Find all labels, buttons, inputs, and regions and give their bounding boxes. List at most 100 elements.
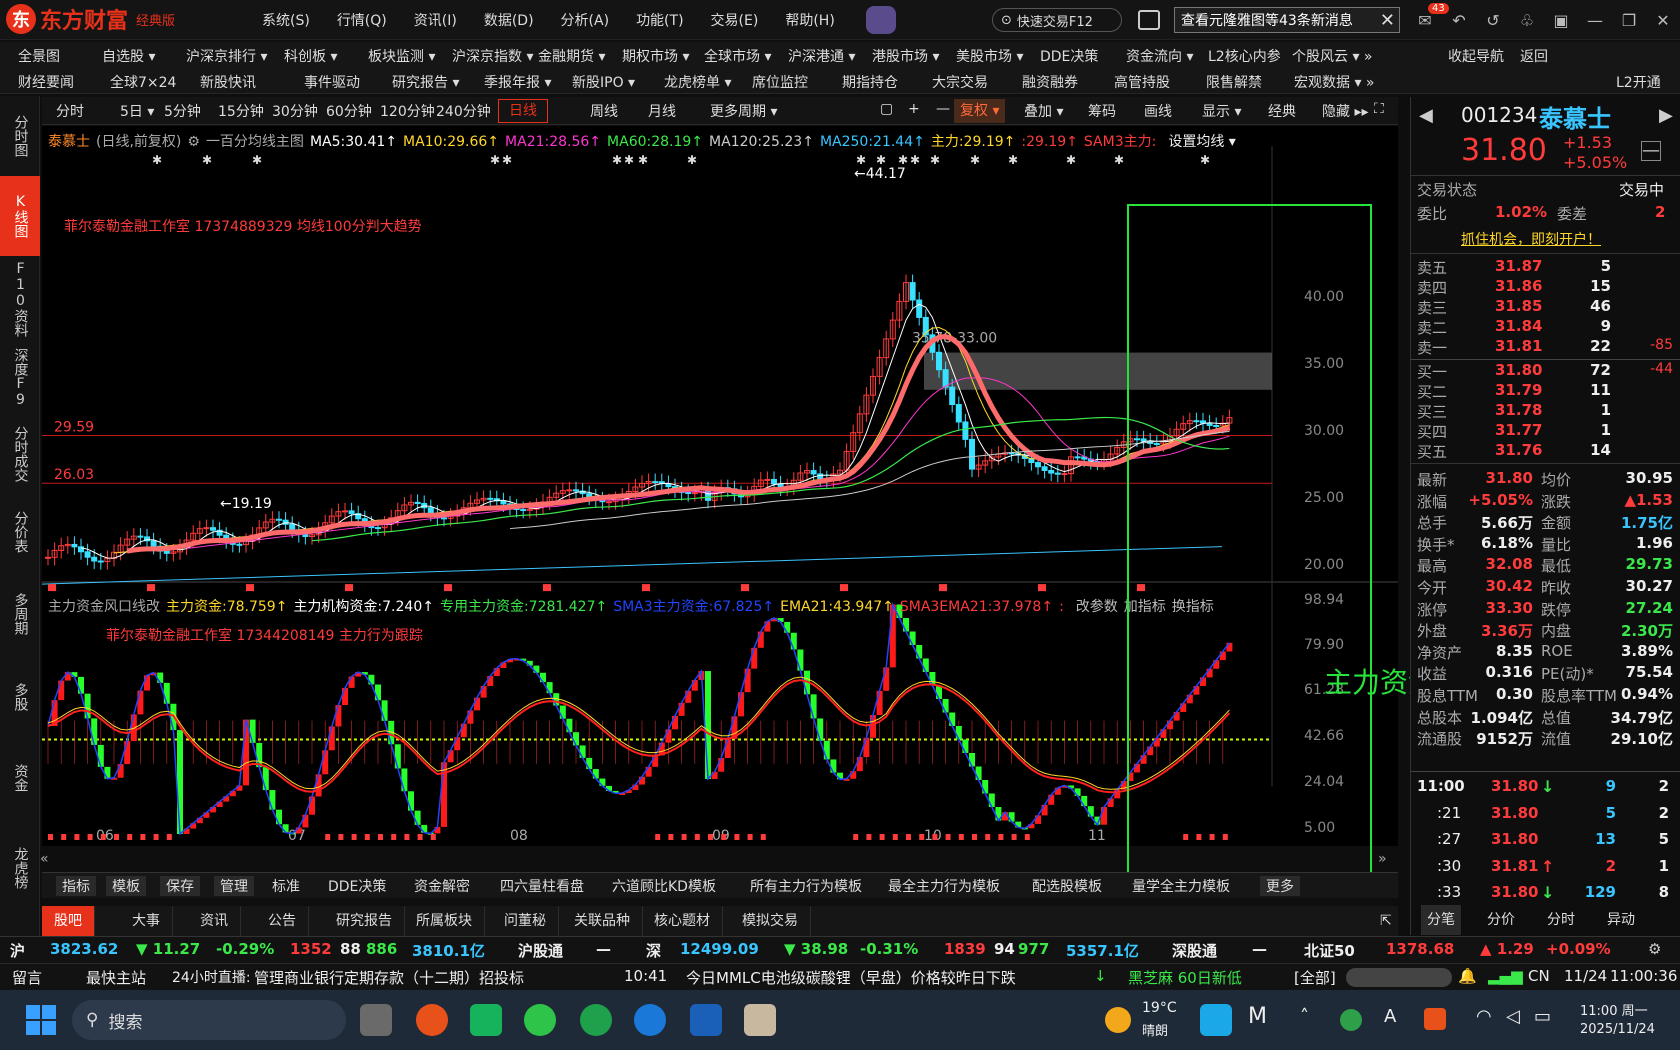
nav2-item-7[interactable]: 龙虎榜单 ▾ xyxy=(664,72,731,92)
nav2-item-6[interactable]: 新股IPO ▾ xyxy=(572,72,635,92)
template-tab-12[interactable]: 量学全主力模板 xyxy=(1132,876,1230,896)
leftnav-2[interactable]: F10资料 xyxy=(0,260,40,338)
nav1-item-10[interactable]: 港股市场 ▾ xyxy=(872,46,939,66)
taskbar-clock[interactable]: 11:00 周一 xyxy=(1580,1000,1648,1019)
chart-tool-2[interactable]: 筹码 xyxy=(1088,101,1116,121)
news-headline[interactable]: 管理商业银行定期存款（十二期）招投标 xyxy=(254,967,524,988)
leftnav-1[interactable]: K线图 xyxy=(0,176,40,256)
sub-tool-0[interactable]: 改参数 xyxy=(1076,599,1118,615)
lock-icon[interactable]: ▢ xyxy=(880,101,893,117)
back-icon[interactable]: ↶ xyxy=(1448,9,1470,31)
info-tab-1[interactable]: 大事 xyxy=(120,906,173,936)
fullscreen-icon[interactable]: ⛶ xyxy=(1374,101,1384,117)
next-stock-icon[interactable]: ▶ xyxy=(1659,105,1673,126)
menu-item-7[interactable]: 帮助(H) xyxy=(785,10,834,30)
menu-item-6[interactable]: 交易(E) xyxy=(711,10,759,30)
template-tab-1[interactable]: 模板 xyxy=(106,876,146,896)
tray-s-icon[interactable] xyxy=(1424,1008,1446,1030)
period-8[interactable]: 日线 xyxy=(498,99,548,123)
period-11[interactable]: 更多周期 ▾ xyxy=(710,101,777,121)
nav2-item-12[interactable]: 高管持股 xyxy=(1114,72,1170,92)
sub-indicator-name[interactable]: 主力资金风口线改 xyxy=(48,599,160,615)
template-tab-5[interactable]: DDE决策 xyxy=(328,876,386,896)
leftnav-6[interactable]: 多周期 xyxy=(0,574,40,654)
edge-icon[interactable] xyxy=(634,1004,666,1036)
template-tab-6[interactable]: 资金解密 xyxy=(414,876,470,896)
taskbar-search[interactable]: ⚲ 搜索 xyxy=(72,1000,346,1040)
template-tab-13[interactable]: 更多 xyxy=(1260,876,1300,896)
app-s-icon[interactable] xyxy=(470,1004,502,1036)
restore-icon[interactable]: ❐ xyxy=(1618,9,1640,31)
info-tab-5[interactable]: 所属板块 xyxy=(404,906,485,936)
promo-link[interactable]: 抓住机会，即刻开户！ xyxy=(1461,229,1601,249)
quote-tab-3[interactable]: 异动 xyxy=(1601,905,1641,935)
period-9[interactable]: 周线 xyxy=(590,101,618,121)
speaker-icon[interactable]: ◁ xyxy=(1506,1006,1520,1027)
battery-icon[interactable]: ▭ xyxy=(1534,1006,1551,1027)
status-hgt[interactable]: 沪股通 xyxy=(518,940,563,961)
info-tab-9[interactable]: 模拟交易 xyxy=(730,906,811,936)
wifi-icon[interactable]: ◠ xyxy=(1476,1006,1492,1027)
news-all[interactable]: [全部] xyxy=(1294,967,1336,988)
nav2-item-8[interactable]: 席位监控 xyxy=(752,72,808,92)
template-tab-7[interactable]: 四六量柱看盘 xyxy=(500,876,584,896)
template-tab-11[interactable]: 配选股模板 xyxy=(1032,876,1102,896)
nav1-item-0[interactable]: 全景图 xyxy=(18,46,60,66)
nav1-item-11[interactable]: 美股市场 ▾ xyxy=(956,46,1023,66)
nav1-item-14[interactable]: L2核心内参 xyxy=(1208,46,1281,66)
nav1-item-13[interactable]: 资金流向 ▾ xyxy=(1126,46,1193,66)
nav1-item-6[interactable]: 金融期货 ▾ xyxy=(538,46,605,66)
leftnav-0[interactable]: 分时图 xyxy=(0,98,40,174)
windows-start-icon[interactable] xyxy=(26,1005,56,1035)
leftnav-9[interactable]: 龙虎榜 xyxy=(0,818,40,918)
chart-tool-6[interactable]: 隐藏 ▸▸ xyxy=(1322,101,1369,121)
period-6[interactable]: 120分钟 xyxy=(380,101,435,121)
info-tab-8[interactable]: 核心题材 xyxy=(642,906,723,936)
quote-tab-2[interactable]: 分时 xyxy=(1541,905,1581,935)
tray-m-icon[interactable]: M xyxy=(1248,1004,1267,1029)
template-tab-9[interactable]: 所有主力行为模板 xyxy=(750,876,862,896)
news-search-input[interactable] xyxy=(1346,968,1452,987)
settings-icon[interactable]: ⚙ xyxy=(187,134,200,150)
nav1-item-16[interactable]: 收起导航 xyxy=(1448,46,1504,66)
app-chart-icon[interactable] xyxy=(744,1004,776,1036)
nav2-item-4[interactable]: 研究报告 ▾ xyxy=(392,72,459,92)
period-10[interactable]: 月线 xyxy=(648,101,676,121)
nav2-item-1[interactable]: 全球7×24 xyxy=(110,72,176,92)
info-tab-4[interactable]: 研究报告 xyxy=(324,906,405,936)
nav1-item-3[interactable]: 科创板 ▾ xyxy=(284,46,337,66)
collapse-icon[interactable]: — xyxy=(1641,141,1661,161)
nav1-item-7[interactable]: 期权市场 ▾ xyxy=(622,46,689,66)
news-msg[interactable]: 留言 xyxy=(12,967,42,988)
scroll-left-icon[interactable]: « xyxy=(40,851,49,867)
nav1-item-15[interactable]: 个股风云 ▾ » xyxy=(1292,46,1373,66)
menu-item-5[interactable]: 功能(T) xyxy=(636,10,683,30)
eastmoney-app-icon[interactable] xyxy=(416,1004,448,1036)
nav1-item-5[interactable]: 沪深京指数 ▾ xyxy=(452,46,533,66)
leftnav-4[interactable]: 分时成交 xyxy=(0,418,40,490)
scroll-right-icon[interactable]: » xyxy=(1378,851,1387,867)
tray-k-icon[interactable] xyxy=(1200,1004,1232,1036)
template-tab-8[interactable]: 六道顾比KD模板 xyxy=(612,876,716,896)
ai-assistant-icon[interactable] xyxy=(866,6,896,34)
info-tab-2[interactable]: 资讯 xyxy=(188,906,241,936)
nav2-item-0[interactable]: 财经要闻 xyxy=(18,72,74,92)
template-tab-2[interactable]: 保存 xyxy=(160,876,200,896)
leftnav-7[interactable]: 多股 xyxy=(0,656,40,738)
nav1-item-2[interactable]: 沪深京排行 ▾ xyxy=(186,46,267,66)
status-sgt[interactable]: 深股通 xyxy=(1172,940,1217,961)
template-tab-3[interactable]: 管理 xyxy=(214,876,254,896)
nav2-item-11[interactable]: 融资融券 xyxy=(1022,72,1078,92)
skin-icon[interactable]: ♧ xyxy=(1516,9,1538,31)
info-tab-0[interactable]: 股吧 xyxy=(42,906,95,936)
quote-tab-0[interactable]: 分笔 xyxy=(1421,905,1461,935)
period-5[interactable]: 60分钟 xyxy=(326,101,372,121)
zoom-out-icon[interactable]: — xyxy=(936,101,950,117)
period-4[interactable]: 30分钟 xyxy=(272,101,318,121)
period-7[interactable]: 240分钟 xyxy=(436,101,491,121)
app-logo[interactable]: 东 东方财富 经典版 xyxy=(6,4,175,34)
news-main[interactable]: 最快主站 xyxy=(86,967,146,988)
tray-green-icon[interactable] xyxy=(1340,1009,1362,1031)
menu-item-2[interactable]: 资讯(I) xyxy=(414,10,457,30)
taskbar-date[interactable]: 2025/11/24 xyxy=(1580,1022,1655,1037)
